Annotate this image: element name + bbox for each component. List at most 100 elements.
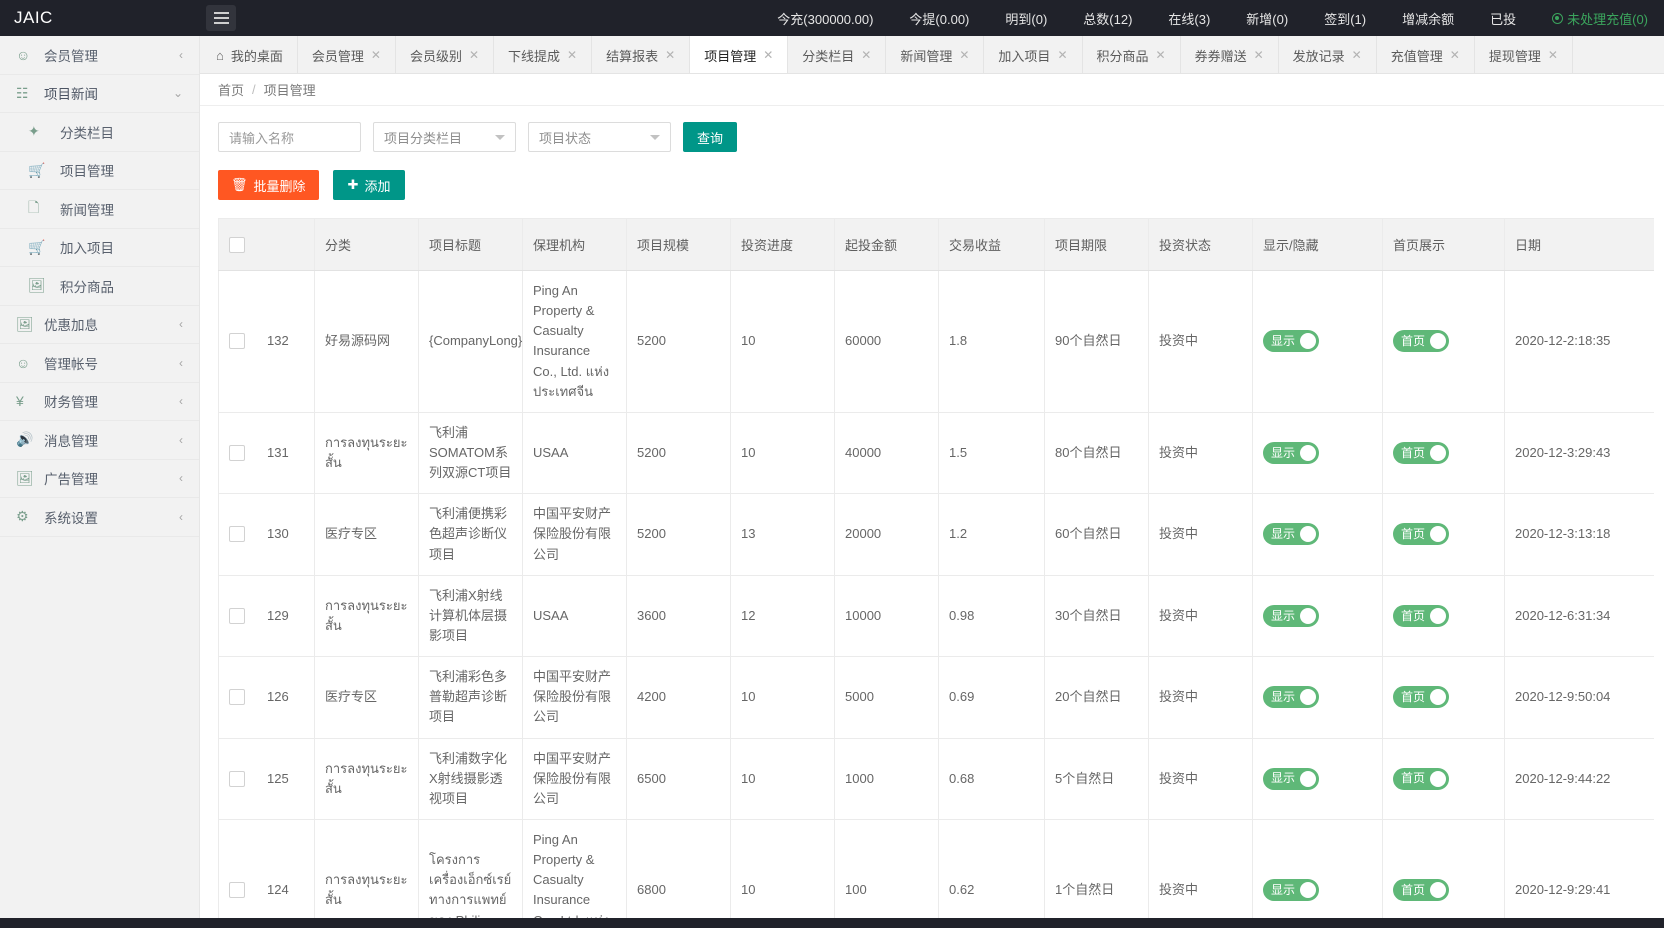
sidebar-item-member-management[interactable]: ☺ 会员管理 ‹	[0, 36, 199, 75]
category-select[interactable]: 项目分类栏目	[373, 122, 516, 152]
close-icon[interactable]: ✕	[861, 48, 871, 62]
row-checkbox[interactable]	[229, 445, 245, 461]
close-icon[interactable]: ✕	[763, 48, 773, 62]
close-icon[interactable]: ✕	[1450, 48, 1460, 62]
col-date[interactable]: 日期	[1505, 219, 1655, 271]
table-row[interactable]: 126 医疗专区 飞利浦彩色多普勒超声诊断项目 中国平安财产保险股份有限公司 4…	[219, 657, 1655, 738]
stat-today-withdraw[interactable]: 今提(0.00)	[891, 9, 987, 28]
table-row[interactable]: 132 好易源码网 {CompanyLong} Ping An Property…	[219, 271, 1655, 413]
home-display-toggle[interactable]: 首页	[1393, 768, 1449, 790]
sidebar-item-message-management[interactable]: 🔊 消息管理 ‹	[0, 421, 199, 460]
row-checkbox[interactable]	[229, 526, 245, 542]
show-hide-toggle[interactable]: 显示	[1263, 879, 1319, 901]
sidebar-item-system-settings[interactable]: ⚙ 系统设置 ‹	[0, 498, 199, 537]
close-icon[interactable]: ✕	[665, 48, 675, 62]
col-home-display[interactable]: 首页展示	[1383, 219, 1505, 271]
home-display-toggle[interactable]: 首页	[1393, 330, 1449, 352]
row-checkbox[interactable]	[229, 882, 245, 898]
close-icon[interactable]: ✕	[1156, 48, 1166, 62]
tab-distribution-record[interactable]: 发放记录 ✕	[1279, 36, 1377, 74]
add-button[interactable]: ✚ 添加	[333, 170, 406, 200]
close-icon[interactable]: ✕	[1352, 48, 1362, 62]
batch-delete-button[interactable]: 🗑 批量删除	[218, 170, 319, 200]
table-row[interactable]: 129 การลงทุนระยะสั้น 飞利浦X射线计算机体层摄影项目 USA…	[219, 575, 1655, 656]
select-all-checkbox[interactable]	[229, 237, 245, 253]
tab-withdraw-management[interactable]: 提现管理 ✕	[1475, 36, 1573, 74]
sidebar-item-admin-account[interactable]: ☺ 管理帐号 ‹	[0, 344, 199, 383]
sidebar-item-category-column[interactable]: ✦ 分类栏目	[0, 113, 199, 152]
col-min-amount[interactable]: 起投金额	[835, 219, 939, 271]
query-button[interactable]: 查询	[683, 122, 737, 152]
tab-points-goods[interactable]: 积分商品 ✕	[1083, 36, 1181, 74]
stat-today-recharge[interactable]: 今充(300000.00)	[759, 9, 891, 28]
show-hide-toggle[interactable]: 显示	[1263, 605, 1319, 627]
col-status[interactable]: 投资状态	[1149, 219, 1253, 271]
col-term[interactable]: 项目期限	[1045, 219, 1149, 271]
col-progress[interactable]: 投资进度	[731, 219, 835, 271]
col-agency[interactable]: 保理机构	[523, 219, 627, 271]
stat-adjust-balance[interactable]: 增减余额	[1384, 9, 1472, 28]
show-hide-toggle[interactable]: 显示	[1263, 768, 1319, 790]
hamburger-icon[interactable]	[206, 5, 236, 31]
stat-checkin[interactable]: 签到(1)	[1306, 9, 1384, 28]
close-icon[interactable]: ✕	[1548, 48, 1558, 62]
close-icon[interactable]: ✕	[1057, 48, 1067, 62]
sidebar-item-join-project[interactable]: 🛒 加入项目	[0, 229, 199, 268]
home-display-toggle[interactable]: 首页	[1393, 442, 1449, 464]
close-icon[interactable]: ✕	[1254, 48, 1264, 62]
stat-online[interactable]: 在线(3)	[1150, 9, 1228, 28]
tab-category-column[interactable]: 分类栏目 ✕	[788, 36, 886, 74]
col-yield[interactable]: 交易收益	[939, 219, 1045, 271]
home-display-toggle[interactable]: 首页	[1393, 879, 1449, 901]
sidebar-item-project-news[interactable]: ☷ 项目新闻 ⌄	[0, 75, 199, 114]
row-checkbox[interactable]	[229, 333, 245, 349]
tab-news-management[interactable]: 新闻管理 ✕	[886, 36, 984, 74]
stat-invested[interactable]: 已投	[1472, 9, 1534, 28]
table-row[interactable]: 130 医疗专区 飞利浦便携彩色超声诊断仪项目 中国平安财产保险股份有限公司 5…	[219, 494, 1655, 575]
row-checkbox[interactable]	[229, 608, 245, 624]
table-row[interactable]: 131 การลงทุนระยะสั้น 飞利浦SOMATOM系列双源CT项目 …	[219, 412, 1655, 493]
sidebar-item-ad-management[interactable]: 🖼 广告管理 ‹	[0, 460, 199, 499]
sidebar-item-discount-interest[interactable]: 🖼 优惠加息 ‹	[0, 306, 199, 345]
show-hide-toggle[interactable]: 显示	[1263, 330, 1319, 352]
col-scale[interactable]: 项目规模	[627, 219, 731, 271]
show-hide-toggle[interactable]: 显示	[1263, 686, 1319, 708]
close-icon[interactable]: ✕	[469, 48, 479, 62]
table-row[interactable]: 124 การลงทุนระยะสั้น โครงการเครื่องเอ็กซ…	[219, 819, 1655, 928]
row-checkbox[interactable]	[229, 771, 245, 787]
sidebar-item-points-goods[interactable]: 🖼 积分商品	[0, 267, 199, 306]
row-checkbox[interactable]	[229, 689, 245, 705]
tab-member-management[interactable]: 会员管理 ✕	[298, 36, 396, 74]
col-title[interactable]: 项目标题	[419, 219, 523, 271]
home-display-toggle[interactable]: 首页	[1393, 686, 1449, 708]
close-icon[interactable]: ✕	[959, 48, 969, 62]
status-select[interactable]: 项目状态	[528, 122, 671, 152]
tab-settlement-report[interactable]: 结算报表 ✕	[592, 36, 690, 74]
tab-join-project[interactable]: 加入项目 ✕	[984, 36, 1082, 74]
show-hide-toggle[interactable]: 显示	[1263, 523, 1319, 545]
breadcrumb-root[interactable]: 首页	[218, 80, 244, 99]
col-show-hide[interactable]: 显示/隐藏	[1253, 219, 1383, 271]
tab-member-level[interactable]: 会员级别 ✕	[396, 36, 494, 74]
unprocessed-recharge-alert[interactable]: 未处理充值(0)	[1534, 9, 1664, 28]
sidebar-item-finance-management[interactable]: ¥ 财务管理 ‹	[0, 383, 199, 422]
stat-tomorrow-due[interactable]: 明到(0)	[987, 9, 1065, 28]
show-hide-toggle[interactable]: 显示	[1263, 442, 1319, 464]
tab-project-management[interactable]: 项目管理 ✕	[690, 36, 788, 74]
tab-downline-commission[interactable]: 下线提成 ✕	[494, 36, 592, 74]
close-icon[interactable]: ✕	[567, 48, 577, 62]
stat-new[interactable]: 新增(0)	[1228, 9, 1306, 28]
close-icon[interactable]: ✕	[371, 48, 381, 62]
sidebar-item-news-management[interactable]: 🗋 新闻管理	[0, 190, 199, 229]
col-category[interactable]: 分类	[315, 219, 419, 271]
home-display-toggle[interactable]: 首页	[1393, 605, 1449, 627]
search-input[interactable]: 请输入名称	[218, 122, 361, 152]
stat-total[interactable]: 总数(12)	[1065, 9, 1150, 28]
tab-my-desktop[interactable]: ⌂ 我的桌面	[200, 36, 298, 74]
tab-coupon-gift[interactable]: 券券赠送 ✕	[1181, 36, 1279, 74]
sidebar-item-project-management[interactable]: 🛒 项目管理	[0, 152, 199, 191]
table-row[interactable]: 125 การลงทุนระยะสั้น 飞利浦数字化X射线摄影透视项目 中国平…	[219, 738, 1655, 819]
home-display-toggle[interactable]: 首页	[1393, 523, 1449, 545]
tab-recharge-management[interactable]: 充值管理 ✕	[1377, 36, 1475, 74]
cell-show-hide: 显示	[1253, 271, 1383, 413]
